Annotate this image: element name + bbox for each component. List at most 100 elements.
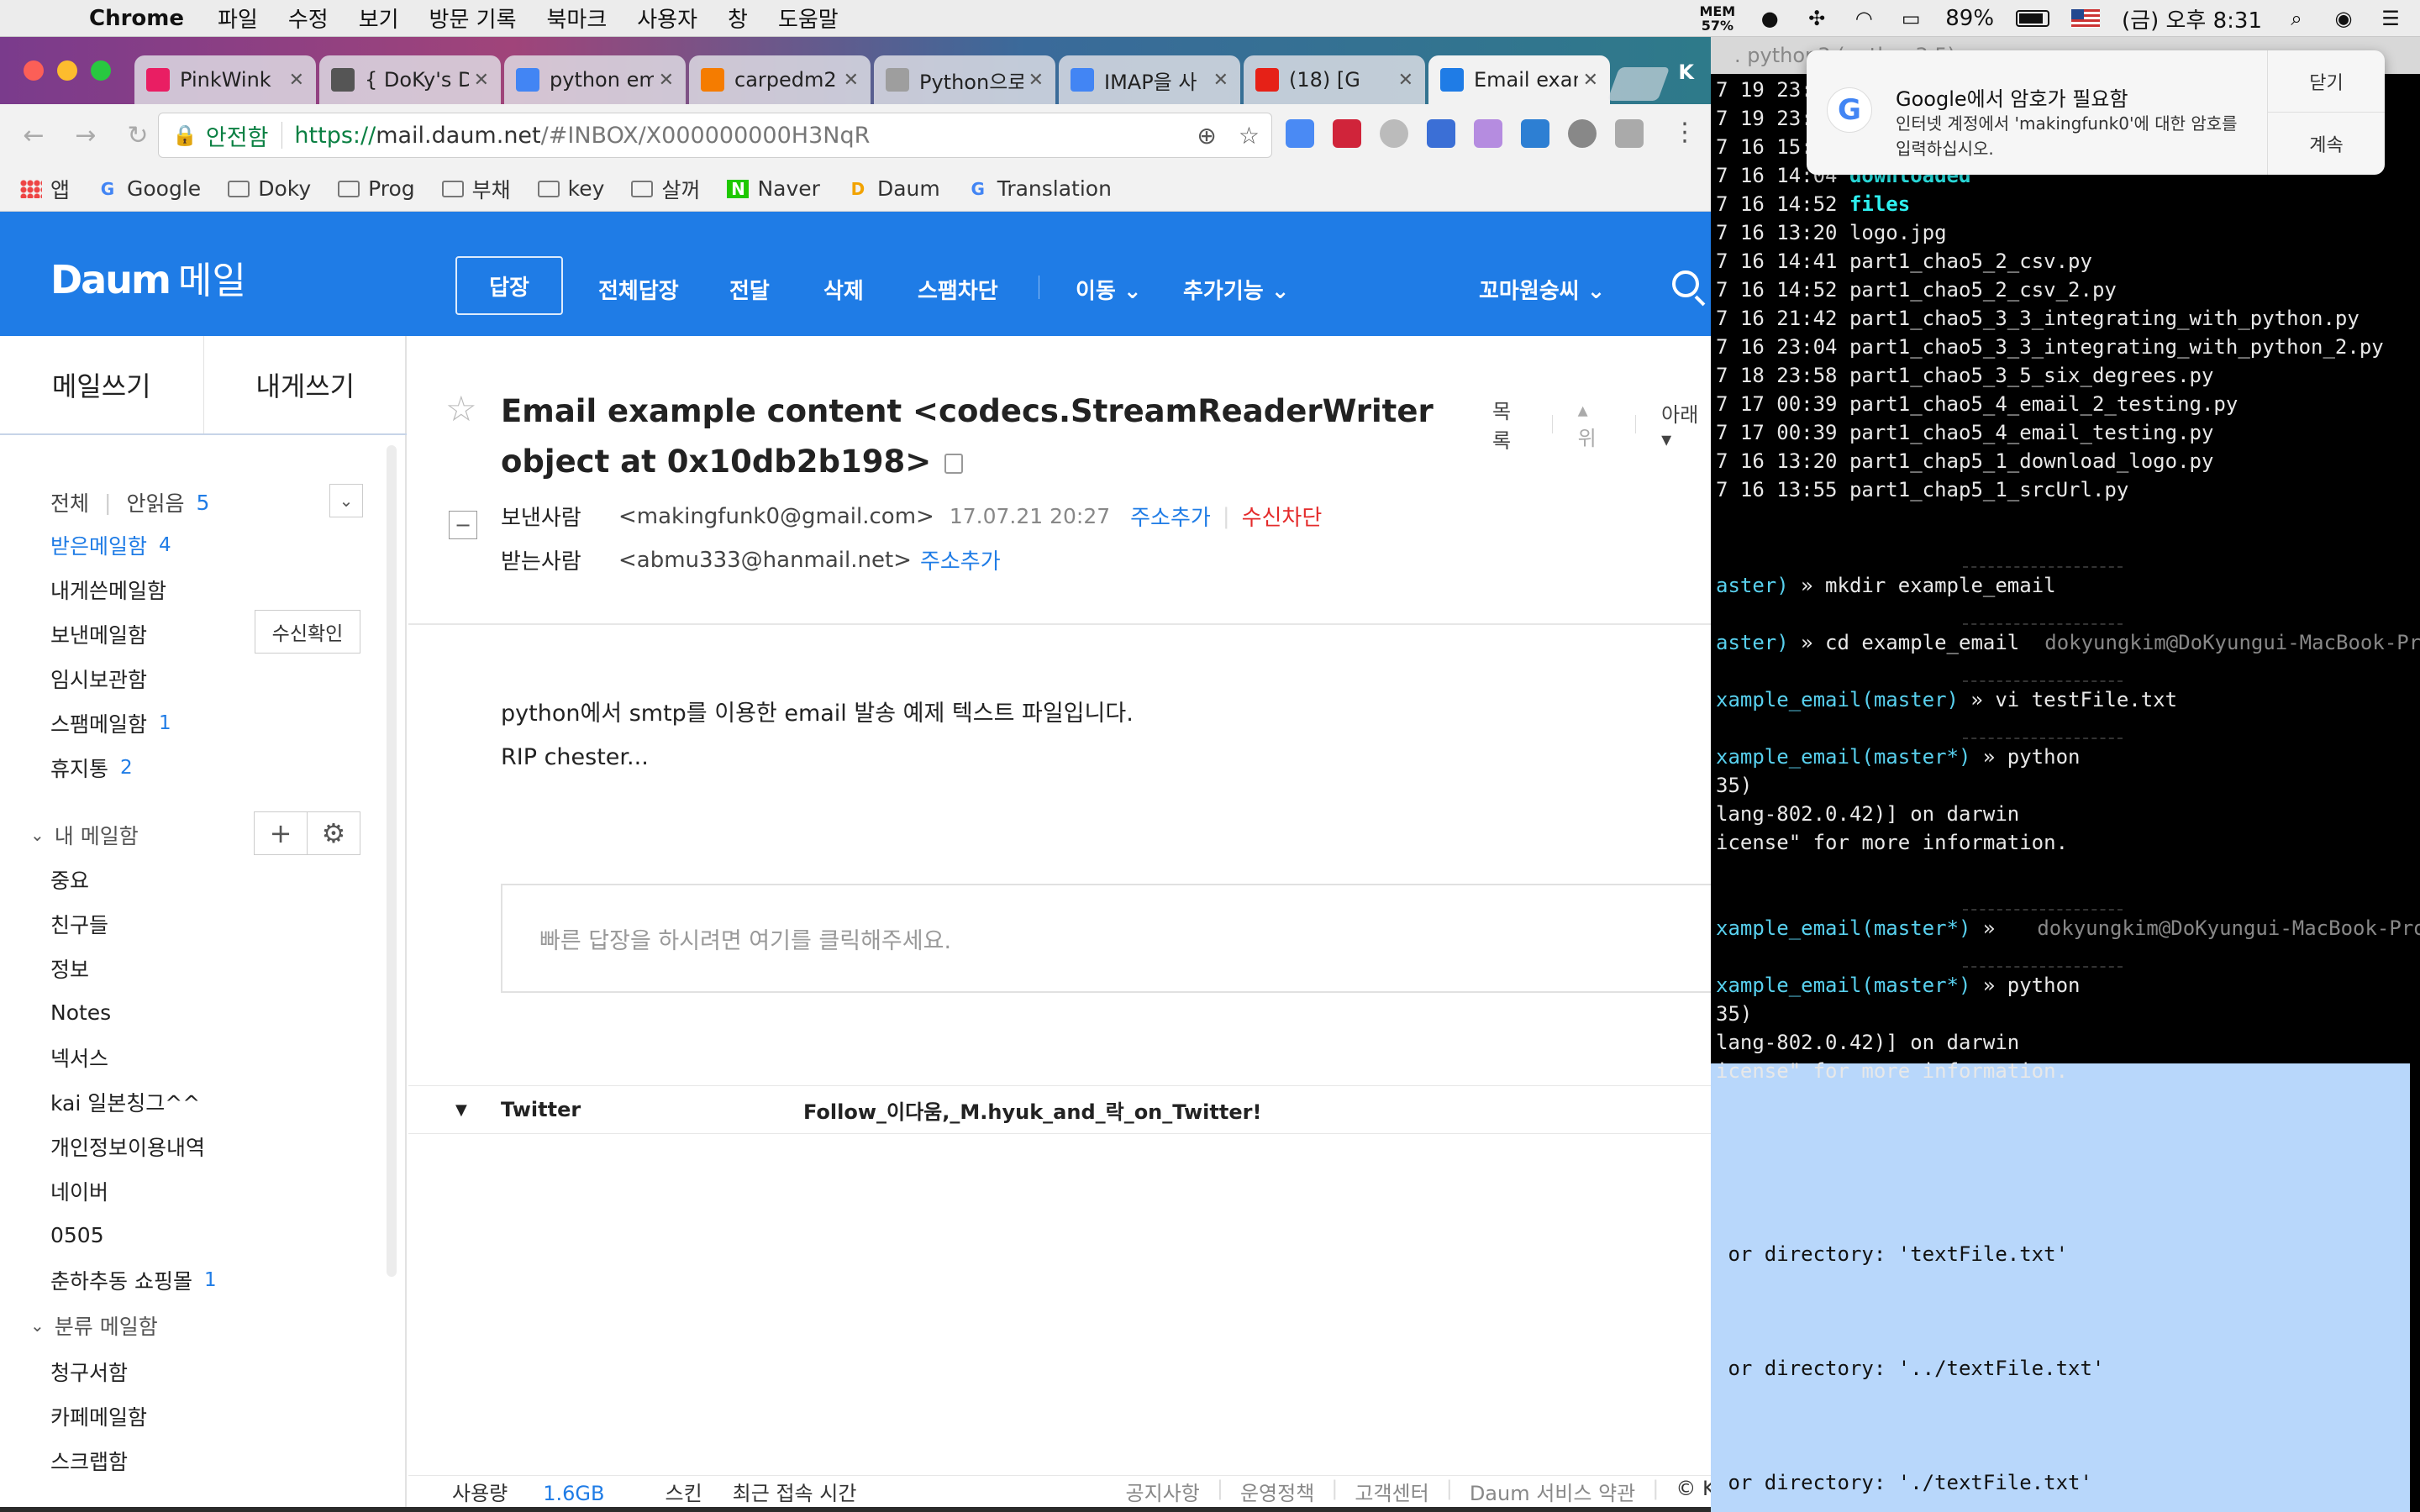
sidebar-folder-item[interactable]: Notes [50, 990, 217, 1035]
bookmark-apps[interactable]: 앱 [20, 174, 70, 204]
chat-icon[interactable]: ● [1757, 7, 1782, 30]
browser-tab[interactable]: Email exam✕ [1428, 55, 1610, 104]
terminal-window[interactable]: . python3 (python3.5) 7 19 23:17 19 23:1… [1711, 37, 2420, 1512]
sidebar-folder-item[interactable]: 스크랩함 [50, 1438, 147, 1483]
sidebar-folder-item[interactable]: 보낸메일함 [50, 612, 171, 656]
browser-tab[interactable]: python em ✕ [504, 55, 686, 104]
sidebar-folder-item[interactable]: 임시보관함 [50, 656, 171, 701]
sidebar-folder-item[interactable]: 춘하추동 쇼핑몰 1 [50, 1257, 217, 1302]
zoom-icon[interactable]: ⊕ [1197, 122, 1216, 150]
class-mailbox-header[interactable]: ⌄ 분류 메일함 [30, 1310, 158, 1341]
bookmark-folder-prog[interactable]: Prog [338, 176, 415, 201]
back-to-list-button[interactable]: 목록 [1492, 395, 1527, 454]
expand-filter-button[interactable]: ⌄ [329, 484, 363, 517]
read-receipt-button[interactable]: 수신확인 [255, 610, 360, 654]
y-extension-icon[interactable] [1521, 119, 1549, 148]
password-extension-icon[interactable] [1568, 119, 1597, 148]
menubar-clock[interactable]: (금) 오후 8:31 [2122, 3, 2262, 34]
skin-link[interactable]: 스킨 [665, 1477, 702, 1506]
spotlight-search-icon[interactable]: ⌕ [2284, 7, 2309, 30]
media-extension-icon[interactable] [1333, 119, 1361, 148]
siri-icon[interactable]: ◉ [2331, 7, 2356, 30]
more-actions-dropdown[interactable]: 추가기능 ⌄ [1183, 274, 1290, 305]
browser-tab[interactable]: IMAP을 사 ✕ [1059, 55, 1240, 104]
forward-icon[interactable]: → [67, 121, 104, 150]
user-menu[interactable]: 꼬마원숭씨 ⌄ [1479, 274, 1605, 305]
notice-link[interactable]: 공지사항 [1126, 1477, 1200, 1506]
close-tab-icon[interactable]: ✕ [1583, 70, 1598, 91]
browser-tab[interactable]: PinkWink ✕ [134, 55, 316, 104]
menu-history[interactable]: 방문 기록 [429, 3, 517, 34]
us-flag-icon[interactable] [2071, 9, 2101, 28]
notification-center-icon[interactable]: ☰ [2378, 7, 2403, 30]
reply-button[interactable]: 답장 [455, 256, 563, 315]
google-password-notification[interactable]: G Google에서 암호가 필요함 인터넷 계정에서 'makingfunk0… [1807, 50, 2385, 175]
reply-all-button[interactable]: 전체답장 [598, 274, 679, 305]
filter-unread[interactable]: 안읽음 [126, 487, 184, 517]
previous-mail-button[interactable]: ▴ 위 [1578, 398, 1611, 451]
star-icon[interactable]: ☆ [445, 388, 477, 429]
sidebar-folder-item[interactable]: 스팸메일함 1 [50, 701, 171, 745]
bookmark-folder-key[interactable]: key [537, 176, 604, 201]
menu-edit[interactable]: 수정 [288, 3, 329, 34]
last-access-link[interactable]: 최근 접속 시간 [733, 1477, 857, 1506]
close-tab-icon[interactable]: ✕ [1398, 70, 1413, 91]
close-tab-icon[interactable]: ✕ [844, 70, 859, 91]
chrome-menu-icon[interactable]: ⋮ [1672, 118, 1697, 147]
back-icon[interactable]: ← [15, 121, 52, 150]
browser-tab[interactable]: Python으로 ✕ [874, 55, 1055, 104]
block-sender-link[interactable]: 수신차단 [1242, 501, 1323, 532]
menu-file[interactable]: 파일 [218, 3, 258, 34]
browser-tab[interactable]: { DoKy's D ✕ [319, 55, 501, 104]
camera-extension-icon[interactable] [1615, 119, 1644, 148]
forward-button[interactable]: 전달 [729, 274, 770, 305]
menu-help[interactable]: 도움말 [778, 3, 839, 34]
daum-logo[interactable]: Daum 메일 [50, 250, 246, 304]
crosshair-icon[interactable]: ✣ [1804, 7, 1829, 30]
bookmark-star-icon[interactable]: ☆ [1239, 122, 1260, 150]
sidebar-folder-item[interactable]: 0505 [50, 1213, 217, 1257]
my-mailbox-header[interactable]: ⌄ 내 메일함 [30, 820, 139, 850]
quick-reply-box[interactable]: 빠른 답장을 하시려면 여기를 클릭해주세요. [501, 884, 1711, 993]
spam-block-button[interactable]: 스팸차단 [918, 274, 998, 305]
add-recipient-contact-link[interactable]: 주소추가 [920, 544, 1001, 575]
sidebar-folder-item[interactable]: 정보 [50, 946, 217, 990]
bookmark-folder-debt[interactable]: 부채 [441, 174, 511, 204]
menu-window[interactable]: 창 [728, 3, 748, 34]
bookmark-google[interactable]: G Google [97, 176, 201, 201]
copy-icon[interactable] [944, 453, 964, 474]
collapse-header-button[interactable]: − [449, 511, 477, 539]
delete-button[interactable]: 삭제 [823, 274, 864, 305]
airplay-icon[interactable]: ▭ [1898, 7, 1923, 30]
browser-tab[interactable]: carpedm2 ✕ [689, 55, 871, 104]
menu-view[interactable]: 보기 [359, 3, 399, 34]
bookmark-extension-icon[interactable] [1427, 119, 1455, 148]
profile-button[interactable]: K [1678, 60, 1694, 84]
memory-meter[interactable]: MEM 57% [1699, 4, 1735, 33]
bookmark-folder-buy[interactable]: 살꺼 [631, 174, 700, 204]
close-tab-icon[interactable]: ✕ [289, 70, 304, 91]
write-mail-button[interactable]: 메일쓰기 [0, 336, 204, 433]
globe-extension-icon[interactable] [1380, 119, 1408, 148]
next-mail-button[interactable]: 아래 ▾ [1661, 398, 1711, 451]
reload-icon[interactable]: ↻ [119, 121, 156, 150]
sidebar-folder-item[interactable]: 친구들 [50, 901, 217, 946]
move-dropdown[interactable]: 이동 ⌄ [1076, 274, 1142, 305]
browser-tab[interactable]: (18) [G ✕ [1244, 55, 1425, 104]
close-tab-icon[interactable]: ✕ [1028, 70, 1044, 91]
sidebar-folder-item[interactable]: 개인정보이용내역 [50, 1124, 217, 1168]
bookmark-folder-doky[interactable]: Doky [228, 176, 311, 201]
sidebar-folder-item[interactable]: 넥서스 [50, 1035, 217, 1079]
palette-extension-icon[interactable] [1474, 119, 1502, 148]
app-menu[interactable]: Chrome [89, 6, 184, 31]
filter-all[interactable]: 전체 [50, 487, 89, 517]
menu-people[interactable]: 사용자 [637, 3, 697, 34]
bookmark-naver[interactable]: N Naver [727, 176, 820, 201]
sidebar-folder-item[interactable]: 중요 [50, 857, 217, 901]
sidebar-folder-item[interactable]: kai 일본칭그^^ [50, 1079, 217, 1124]
close-tab-icon[interactable]: ✕ [1213, 70, 1228, 91]
sidebar-folder-item[interactable]: 카페메일함 [50, 1394, 147, 1438]
notification-close-button[interactable]: 닫기 [2268, 50, 2385, 113]
search-icon[interactable] [1672, 270, 1699, 297]
policy-link[interactable]: 운영정책 [1240, 1477, 1314, 1506]
